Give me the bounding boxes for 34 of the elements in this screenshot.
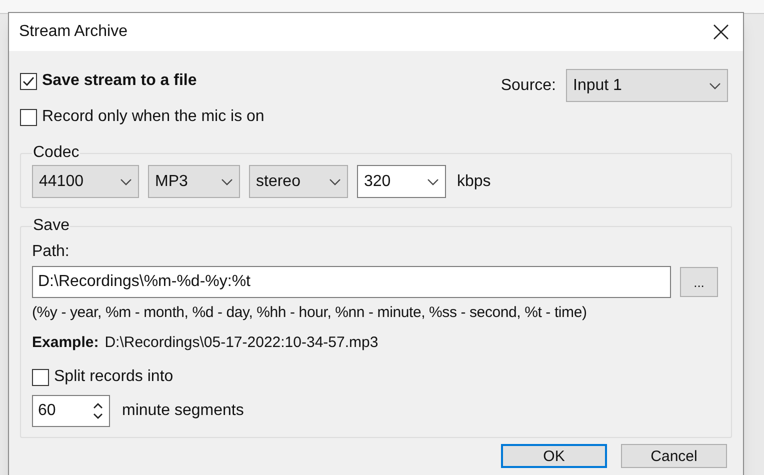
chevron-down-icon: [709, 82, 721, 90]
chevron-down-icon: [329, 178, 341, 186]
dropdown[interactable]: Input 1: [566, 69, 728, 102]
dropdown[interactable]: stereo: [249, 165, 348, 198]
dialog-button[interactable]: Cancel: [621, 444, 727, 468]
checkmark-icon: [22, 74, 35, 88]
dropdown[interactable]: 320: [357, 165, 446, 198]
dropdown[interactable]: MP3: [148, 165, 240, 198]
chevron-down-icon: [120, 178, 132, 186]
chevron-down-icon: [221, 178, 233, 186]
unit-label: kbps: [457, 172, 491, 192]
checkbox-label: Record only when the mic is on: [42, 107, 264, 127]
group-title: Save: [32, 216, 70, 236]
close-icon[interactable]: [713, 24, 729, 40]
segment-unit-label: minute segments: [122, 401, 244, 421]
path-field[interactable]: D:\Recordings\%m-%d-%y:%t: [32, 266, 671, 298]
example-path: D:\Recordings\05-17-2022:10-34-57.mp3: [104, 332, 378, 352]
window-title: Stream Archive: [19, 22, 128, 42]
group-title: Codec: [32, 143, 80, 163]
dropdown[interactable]: 44100: [32, 165, 139, 198]
segment-spinner[interactable]: 60: [32, 395, 110, 427]
up-down-arrows-icon: [92, 401, 104, 421]
checkbox[interactable]: [20, 108, 37, 126]
checkbox[interactable]: [32, 368, 49, 386]
source-label: Source:: [500, 76, 556, 96]
checkbox-label: Save stream to a file: [42, 71, 197, 91]
format-hint: (%y - year, %m - month, %d - day, %hh - hour, %nn - minute, %ss - second, %t - time): [32, 303, 588, 323]
dialog-button[interactable]: OK: [501, 444, 607, 468]
example-label: Example:: [32, 332, 99, 352]
path-label: Path:: [32, 242, 70, 262]
chevron-down-icon: [427, 178, 439, 186]
checkbox[interactable]: [20, 72, 37, 90]
checkbox-label: Split records into: [54, 367, 174, 387]
browse-button[interactable]: ...: [680, 267, 718, 297]
